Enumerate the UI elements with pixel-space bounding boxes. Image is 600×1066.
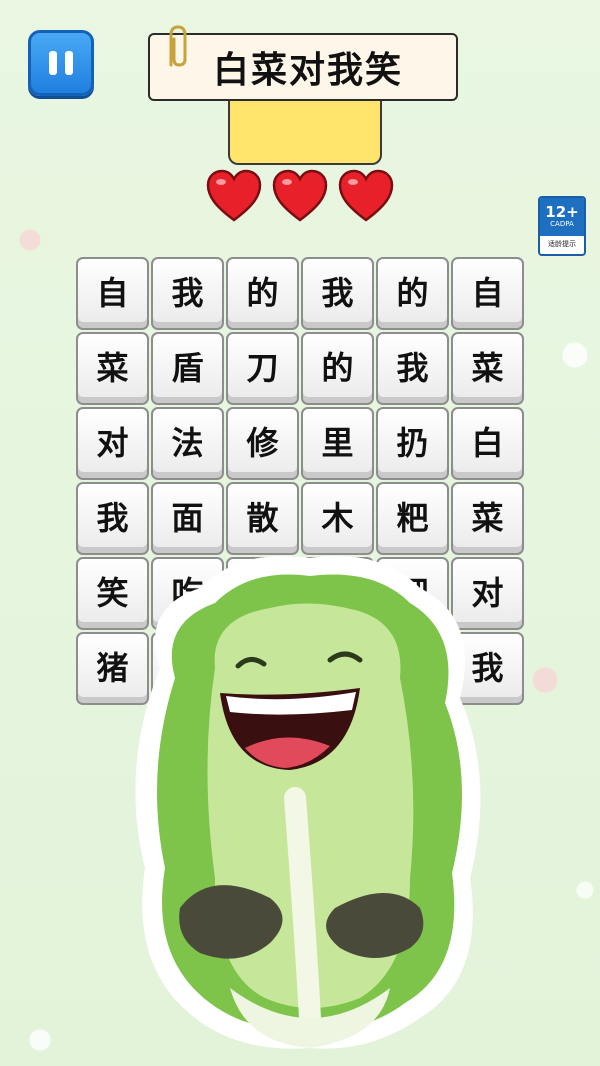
char-tile[interactable]: 我 xyxy=(151,257,224,330)
char-tile[interactable]: 的 xyxy=(376,257,449,330)
char-tile[interactable]: 菜 xyxy=(451,332,524,405)
paperclip-icon xyxy=(169,25,187,67)
age-rating: 12+ xyxy=(545,203,579,221)
char-tile-label: 的 xyxy=(321,348,354,387)
char-tile-label: 粑 xyxy=(396,498,429,537)
char-tile-label: 法 xyxy=(171,423,204,462)
title-tab xyxy=(228,93,382,165)
char-tile-label: 里 xyxy=(321,423,354,462)
char-tile-label: 我 xyxy=(96,498,129,537)
char-tile-label: 的 xyxy=(246,273,279,312)
char-tile[interactable]: 粑 xyxy=(376,482,449,555)
pause-icon-bar xyxy=(49,51,57,75)
char-tile[interactable]: 法 xyxy=(151,407,224,480)
char-tile[interactable]: 的 xyxy=(301,332,374,405)
char-tile-label: 菜 xyxy=(471,348,504,387)
char-tile-label: 自 xyxy=(471,273,504,312)
char-tile[interactable]: 白 xyxy=(451,407,524,480)
age-rating-note: 适龄提示 xyxy=(548,240,576,248)
pause-icon-bar xyxy=(65,51,73,75)
char-tile-label: 我 xyxy=(396,348,429,387)
char-tile-label: 菜 xyxy=(471,498,504,537)
heart-icon xyxy=(272,169,328,222)
char-tile[interactable]: 我 xyxy=(376,332,449,405)
char-tile[interactable]: 木 xyxy=(301,482,374,555)
age-rating-org: CADPA xyxy=(550,220,574,228)
pause-button[interactable] xyxy=(28,30,94,96)
title-banner: 白菜对我笑 xyxy=(148,25,458,165)
char-tile[interactable]: 里 xyxy=(301,407,374,480)
char-tile-label: 的 xyxy=(396,273,429,312)
level-title: 白菜对我笑 xyxy=(212,50,403,91)
char-tile-label: 白 xyxy=(471,423,504,462)
char-tile[interactable]: 自 xyxy=(451,257,524,330)
char-tile[interactable]: 对 xyxy=(76,407,149,480)
char-tile[interactable]: 盾 xyxy=(151,332,224,405)
char-tile[interactable]: 的 xyxy=(226,257,299,330)
heart-icon xyxy=(206,169,262,222)
char-tile[interactable]: 我 xyxy=(301,257,374,330)
char-tile-label: 我 xyxy=(171,273,204,312)
char-tile-label: 散 xyxy=(246,498,279,537)
laughing-cabbage-mascot xyxy=(135,556,481,1049)
char-tile-label: 自 xyxy=(96,273,129,312)
char-tile[interactable]: 刀 xyxy=(226,332,299,405)
char-tile-label: 盾 xyxy=(171,348,204,387)
char-tile-label: 刀 xyxy=(246,348,279,387)
char-tile[interactable]: 散 xyxy=(226,482,299,555)
char-tile-label: 扔 xyxy=(396,423,429,462)
char-tile[interactable]: 菜 xyxy=(76,332,149,405)
char-tile-label: 木 xyxy=(321,498,354,537)
char-tile-label: 菜 xyxy=(96,348,129,387)
char-tile[interactable]: 修 xyxy=(226,407,299,480)
char-tile-label: 对 xyxy=(96,423,129,462)
char-tile[interactable]: 自 xyxy=(76,257,149,330)
char-tile-label: 修 xyxy=(246,423,279,462)
char-tile-label: 面 xyxy=(171,498,204,537)
char-tile[interactable]: 菜 xyxy=(451,482,524,555)
char-tile[interactable]: 面 xyxy=(151,482,224,555)
char-tile-label: 我 xyxy=(321,273,354,312)
char-tile[interactable]: 我 xyxy=(76,482,149,555)
char-tile[interactable]: 扔 xyxy=(376,407,449,480)
age-rating-badge: 12+ CADPA 适龄提示 xyxy=(538,196,586,256)
lives-display xyxy=(205,168,400,224)
heart-icon xyxy=(338,169,394,222)
title-plate: 白菜对我笑 xyxy=(148,33,458,101)
